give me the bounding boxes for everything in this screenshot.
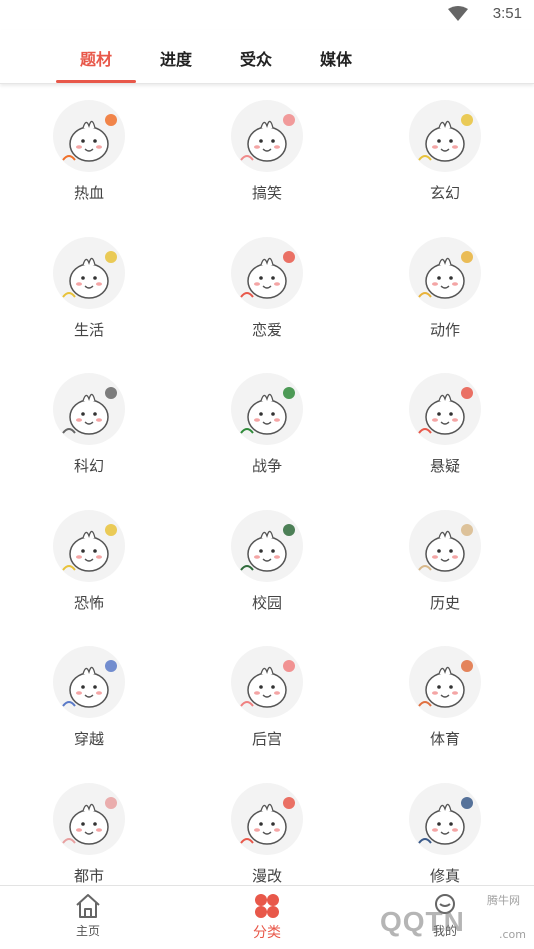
nav-category-label: 分类 [253, 925, 281, 941]
category-item[interactable]: 穿越 [29, 642, 149, 762]
category-label: 都市 [73, 866, 104, 885]
tab-audience[interactable]: 受众 [240, 46, 272, 70]
active-tab-indicator [56, 80, 136, 83]
watermark-domain: .com [499, 928, 526, 941]
category-item[interactable]: 恐怖 [29, 506, 149, 626]
category-item[interactable]: 校园 [207, 506, 327, 626]
category-label: 修真 [429, 866, 460, 885]
category-label: 动作 [429, 320, 460, 339]
category-label: 战争 [251, 457, 282, 475]
category-label: 校园 [251, 593, 282, 612]
war-mascot-icon [231, 373, 303, 445]
nav-home[interactable]: 主页 [48, 892, 128, 939]
life-mascot-icon [53, 236, 125, 309]
category-item[interactable]: 体育 [385, 642, 505, 762]
watermark-site-name: 腾牛网 [487, 894, 520, 907]
watermark: 腾牛网 QQTN .com [330, 888, 530, 948]
mystery-mascot-icon [409, 373, 481, 445]
basketball-mascot-icon [409, 646, 481, 718]
category-item[interactable]: 恋爱 [207, 233, 327, 353]
category-label: 生活 [73, 320, 104, 339]
fire-mascot-icon [53, 100, 125, 172]
tab-progress[interactable]: 进度 [160, 46, 192, 70]
category-item[interactable]: 战争 [207, 369, 327, 489]
category-label: 恐怖 [73, 593, 104, 612]
category-label: 悬疑 [429, 457, 460, 475]
ufo-mascot-icon [53, 373, 125, 445]
tab-media[interactable]: 媒体 [320, 46, 352, 70]
wifi-icon [448, 6, 468, 21]
category-icon [255, 894, 279, 918]
category-label: 恋爱 [251, 320, 282, 339]
category-label: 历史 [429, 593, 460, 612]
category-label: 玄幻 [429, 184, 460, 202]
category-tabs: 题材 进度 受众 媒体 [0, 30, 534, 84]
category-label: 科幻 [73, 457, 104, 475]
tab-subject[interactable]: 题材 [80, 46, 112, 70]
category-item[interactable]: 修真 [385, 779, 505, 899]
love-mascot-icon [231, 236, 303, 309]
category-item[interactable]: 都市 [29, 779, 149, 899]
time-travel-mascot-icon [53, 646, 125, 718]
home-icon [76, 894, 100, 918]
category-item[interactable]: 搞笑 [207, 96, 327, 216]
category-item[interactable]: 漫改 [207, 779, 327, 899]
category-item[interactable]: 悬疑 [385, 369, 505, 489]
category-label: 漫改 [251, 866, 282, 885]
laughing-mascot-icon [231, 100, 303, 172]
status-time: 3:51 [492, 5, 522, 22]
category-item[interactable]: 科幻 [29, 369, 149, 489]
action-mascot-icon [409, 236, 481, 309]
category-label: 搞笑 [251, 184, 282, 202]
status-bar: 3:51 [0, 0, 534, 30]
nav-category[interactable]: 分类 [227, 892, 307, 942]
category-item[interactable]: 后宫 [207, 642, 327, 762]
category-label: 热血 [73, 184, 104, 202]
horror-mascot-icon [53, 509, 125, 582]
school-mascot-icon [231, 509, 303, 582]
palace-mascot-icon [231, 646, 303, 718]
cultivation-mascot-icon [409, 782, 481, 855]
category-item[interactable]: 动作 [385, 233, 505, 353]
category-label: 体育 [429, 730, 460, 748]
comic-mascot-icon [231, 782, 303, 855]
category-item[interactable]: 生活 [29, 233, 149, 353]
nav-home-label: 主页 [75, 924, 100, 938]
fantasy-mascot-icon [409, 100, 481, 172]
category-label: 穿越 [73, 730, 104, 748]
category-item[interactable]: 玄幻 [385, 96, 505, 216]
category-item[interactable]: 热血 [29, 96, 149, 216]
watermark-logo-text: QQTN [380, 906, 465, 937]
category-label: 后宫 [251, 730, 282, 748]
city-mascot-icon [53, 782, 125, 855]
category-item[interactable]: 历史 [385, 506, 505, 626]
history-mascot-icon [409, 509, 481, 582]
